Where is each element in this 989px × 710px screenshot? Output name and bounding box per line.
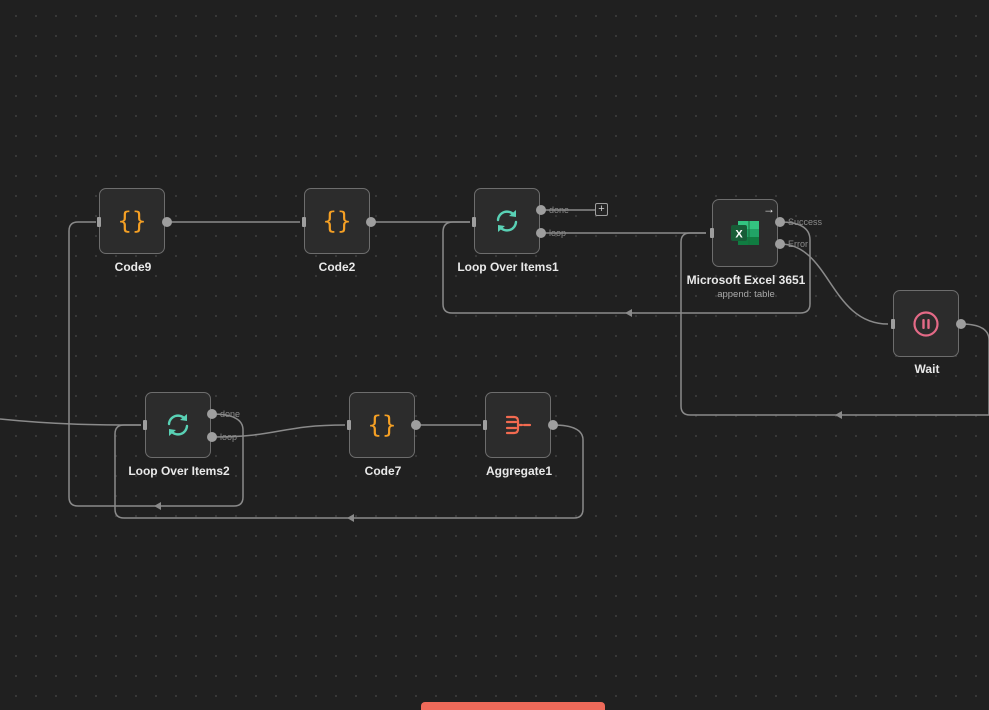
node-label: Aggregate1 — [485, 464, 553, 478]
node-aggregate1[interactable] — [485, 392, 551, 458]
node-loop-over-items1[interactable] — [474, 188, 540, 254]
connection-lines — [0, 209, 989, 522]
output-handle[interactable] — [548, 420, 558, 430]
loop-arrows-icon — [496, 210, 518, 232]
node-wait[interactable] — [893, 290, 959, 357]
node-code7[interactable]: {} — [349, 392, 415, 458]
add-node-button[interactable]: + — [595, 203, 608, 216]
node-label: Code2 — [318, 260, 356, 274]
input-handle[interactable] — [302, 217, 306, 227]
input-handle[interactable] — [347, 420, 351, 430]
input-handle[interactable] — [891, 319, 895, 329]
loop-arrows-icon — [167, 414, 189, 436]
handle-label-loop: loop — [220, 432, 238, 442]
node-label: Wait — [914, 362, 940, 376]
node-code9[interactable]: {} — [99, 188, 165, 254]
input-handle[interactable] — [97, 217, 101, 227]
svg-text:{}: {} — [118, 207, 147, 235]
node-label: Code9 — [114, 260, 152, 274]
handle-label-error: Error — [788, 239, 808, 249]
output-handle[interactable] — [956, 319, 966, 329]
edge-incoming-loop2 — [0, 418, 142, 426]
output-handle[interactable] — [411, 420, 421, 430]
code-braces-icon: {} — [118, 207, 147, 235]
output-handle-done[interactable] — [207, 409, 217, 419]
code-braces-icon: {} — [368, 411, 397, 439]
microsoft-excel-icon: X — [731, 221, 759, 245]
arrow-right-icon: → — [763, 202, 775, 216]
node-label: Loop Over Items2 — [128, 464, 230, 478]
output-handle[interactable] — [162, 217, 172, 227]
code-braces-icon: {} — [323, 207, 352, 235]
svg-text:{}: {} — [323, 207, 352, 235]
output-handle-loop[interactable] — [207, 432, 217, 442]
handle-label-done: done — [549, 205, 570, 215]
aggregate-icon — [505, 415, 532, 435]
svg-text:{}: {} — [368, 411, 397, 439]
node-label: Code7 — [364, 464, 402, 478]
handle-label-loop: loop — [549, 228, 567, 238]
bottom-action-button[interactable] — [421, 702, 605, 710]
node-label: Microsoft Excel 3651 — [686, 273, 806, 287]
handle-label-success: Success — [788, 217, 823, 227]
output-handle[interactable] — [366, 217, 376, 227]
input-handle[interactable] — [472, 217, 476, 227]
output-handle-success[interactable] — [775, 217, 785, 227]
handle-label-done: done — [220, 409, 241, 419]
svg-text:X: X — [735, 229, 743, 241]
output-handle-done[interactable] — [536, 205, 546, 215]
input-handle[interactable] — [710, 228, 714, 238]
input-handle[interactable] — [483, 420, 487, 430]
output-handle-error[interactable] — [775, 239, 785, 249]
output-handle-loop[interactable] — [536, 228, 546, 238]
node-loop-over-items2[interactable] — [145, 392, 211, 458]
input-handle[interactable] — [143, 420, 147, 430]
node-code2[interactable]: {} — [304, 188, 370, 254]
node-subtitle: append: table — [717, 289, 775, 300]
pause-icon — [913, 310, 939, 337]
node-label: Loop Over Items1 — [457, 260, 559, 274]
